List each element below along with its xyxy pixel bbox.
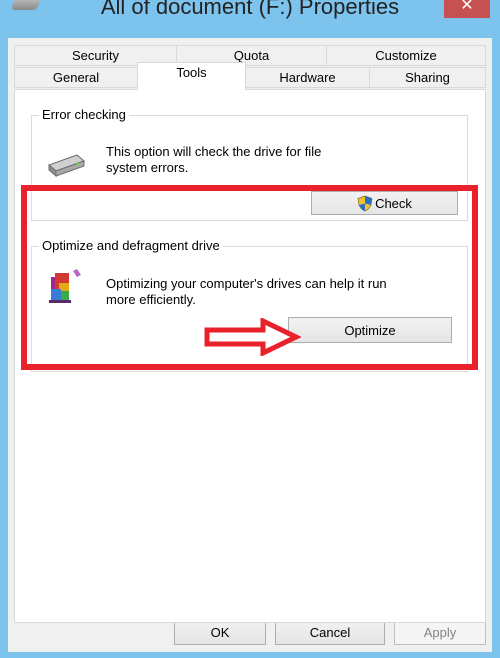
optimize-button[interactable]: Optimize [288,317,452,343]
check-button-label: Check [375,195,412,211]
properties-window: All of document (F:) Properties ✕ Securi… [0,0,500,658]
error-checking-description-line1: This option will check the drive for fil… [106,144,322,159]
defrag-icon [49,269,81,303]
tab-tools[interactable]: Tools [137,62,246,90]
uac-shield-icon [357,195,373,211]
close-button[interactable]: ✕ [444,0,490,18]
error-checking-legend: Error checking [39,108,129,122]
tab-general[interactable]: General [14,67,138,88]
optimize-legend: Optimize and defragment drive [39,239,223,253]
tab-sharing[interactable]: Sharing [369,67,486,88]
tools-tab-panel: Error checking This option will check th… [14,89,486,623]
tab-hardware[interactable]: Hardware [245,67,370,88]
check-button[interactable]: Check [311,191,458,215]
annotation-arrow-icon [204,318,301,356]
title-bar[interactable]: All of document (F:) Properties ✕ [0,0,500,38]
optimize-description-line1: Optimizing your computer's drives can he… [106,276,387,291]
error-checking-description-line2: system errors. [106,160,189,175]
tab-customize[interactable]: Customize [326,45,486,66]
window-title: All of document (F:) Properties [100,0,400,19]
optimize-description-line2: more efficiently. [106,292,196,307]
hard-drive-icon [48,154,85,178]
